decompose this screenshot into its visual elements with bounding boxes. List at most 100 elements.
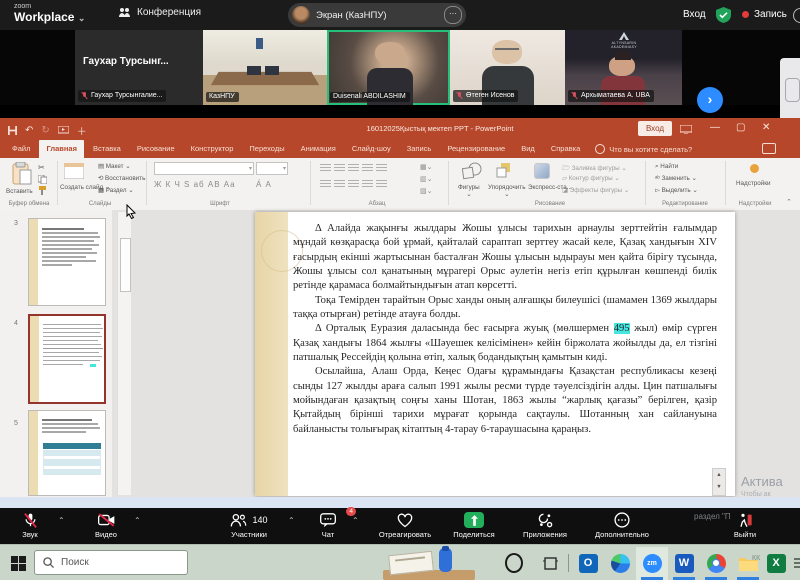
task-view-icon[interactable]	[538, 551, 562, 575]
font-size-dropdown[interactable]: ▾	[256, 162, 288, 175]
tab-file[interactable]: Файл	[5, 140, 37, 158]
minimize-button[interactable]: —	[710, 122, 720, 133]
reset-button[interactable]: ⟲ Восстановить	[98, 175, 145, 182]
font-name-dropdown[interactable]: ▾	[154, 162, 254, 175]
tab-insert[interactable]: Вставка	[86, 140, 128, 158]
font-color-buttons[interactable]: А́ А	[256, 180, 272, 189]
shape-fill-button[interactable]: 🗁 Заливка фигуры ⌄	[562, 163, 627, 174]
react-button[interactable]: Отреагировать	[368, 511, 442, 539]
copy-icon[interactable]	[38, 175, 47, 184]
chat-caret[interactable]: ⌃	[352, 516, 359, 525]
close-button[interactable]: ✕	[762, 122, 770, 133]
paragraph-buttons-row1[interactable]	[320, 164, 390, 175]
slide-thumbnail-3[interactable]	[28, 218, 106, 306]
restore-button[interactable]: ▢	[736, 122, 745, 133]
next-videos-button[interactable]: ›	[697, 87, 723, 113]
security-shield-icon[interactable]	[716, 7, 731, 23]
chrome-icon[interactable]	[704, 551, 728, 575]
quick-styles-icon[interactable]	[534, 163, 550, 179]
presenter-display-icon[interactable]	[680, 125, 692, 134]
tab-review[interactable]: Рецензирование	[440, 140, 512, 158]
slide-canvas[interactable]: Δ Алайда жақынғы жылдары Жошы ұлысы тари…	[255, 212, 735, 496]
screen-tab-more-button[interactable]: ⋯	[444, 6, 462, 24]
redo-icon[interactable]: ↻	[41, 125, 49, 136]
shape-effects-button[interactable]: ◪ Эффекты фигуры ⌄	[562, 187, 629, 194]
more-button[interactable]: Дополнительно	[584, 511, 660, 539]
tab-view[interactable]: Вид	[514, 140, 542, 158]
tab-screen-share[interactable]: Экран (КазНПУ) ⋯	[288, 3, 466, 27]
replace-button[interactable]: ᵃᵇ Заменить ⌄	[655, 175, 697, 182]
tray-icon[interactable]	[788, 551, 800, 575]
leave-button[interactable]: Выйти	[722, 511, 768, 539]
slide-thumbnail-5[interactable]	[28, 410, 106, 496]
paragraph-buttons-row2[interactable]	[320, 180, 390, 191]
comments-icon[interactable]	[762, 143, 776, 154]
slide-thumbnail-4-selected[interactable]	[28, 314, 106, 404]
text-direction-buttons[interactable]: ▦⌄▥⌄▨⌄	[420, 162, 432, 198]
mute-options-caret[interactable]: ⌃	[58, 516, 65, 525]
video-tile-kaznpu-room[interactable]: КазНПУ	[203, 30, 327, 105]
apps-button[interactable]: Приложения	[514, 511, 576, 539]
participants-caret[interactable]: ⌃	[288, 516, 295, 525]
paste-icon[interactable]	[12, 162, 32, 186]
panel-scrollbar[interactable]	[117, 212, 131, 495]
edge-icon[interactable]	[608, 551, 632, 575]
tab-design[interactable]: Конструктор	[184, 140, 241, 158]
participants-button[interactable]: 140 Участники	[218, 511, 280, 539]
undo-icon[interactable]: ↶	[25, 125, 33, 136]
select-button[interactable]: ▻ Выделить ⌄	[655, 187, 698, 194]
paste-button[interactable]: Вставить	[6, 188, 33, 195]
font-format-buttons[interactable]: Ж К Ч S аб АВ Аа	[154, 180, 236, 189]
tab-animations[interactable]: Анимация	[294, 140, 343, 158]
outlook-icon[interactable]: O	[576, 551, 600, 575]
tab-record[interactable]: Запись	[400, 140, 439, 158]
recording-indicator[interactable]: Запись	[742, 9, 787, 20]
addins-button[interactable]: Надстройки	[736, 180, 771, 187]
collapse-ribbon-icon[interactable]: ⌃	[786, 198, 792, 206]
layout-button[interactable]: ▤ Макет ⌄	[98, 163, 131, 170]
chat-button[interactable]: 4 Чат	[308, 511, 348, 539]
quick-styles-button[interactable]: Экспресс-ста...	[528, 184, 558, 192]
word-icon[interactable]: W	[672, 551, 696, 575]
video-button[interactable]: Видео	[82, 511, 130, 539]
arrange-button[interactable]: Упорядочить⌄	[488, 184, 525, 198]
video-tile-arkhymataeva[interactable]: ALTYNSARIN AKADEMIASY Архыматаева А. UBA	[565, 30, 682, 105]
mute-button[interactable]: Звук	[8, 511, 52, 539]
tab-draw[interactable]: Рисование	[130, 140, 182, 158]
excel-icon[interactable]: X	[764, 551, 788, 575]
tab-transitions[interactable]: Переходы	[242, 140, 291, 158]
tab-home[interactable]: Главная	[39, 140, 84, 158]
video-tile-duisenali-active-speaker[interactable]: Duisenali ABDILASHIM	[327, 30, 450, 105]
panel-scrollbar-thumb[interactable]	[120, 238, 131, 292]
shapes-icon[interactable]	[462, 162, 482, 180]
arrange-icon[interactable]	[496, 162, 514, 180]
office-signin-button[interactable]: Вход	[638, 121, 672, 136]
tab-conference[interactable]: Конференция	[118, 7, 201, 18]
shapes-button[interactable]: Фигуры⌄	[458, 184, 480, 198]
new-slide-button[interactable]: Создать слайд ⌄	[60, 184, 94, 192]
find-button[interactable]: ⌕ Найти	[655, 163, 678, 171]
shape-outline-button[interactable]: ▱ Контур фигуры ⌄	[562, 175, 620, 182]
video-tile-otegen[interactable]: Өтеген Исенов	[450, 30, 565, 105]
taskbar-search-box[interactable]: Поиск	[34, 550, 188, 575]
share-screen-button[interactable]: Поделиться	[444, 511, 504, 539]
cut-icon[interactable]: ✂	[38, 163, 45, 172]
tab-slideshow[interactable]: Слайд-шоу	[345, 140, 398, 158]
slide-text-block[interactable]: Δ Алайда жақынғы жылдары Жошы ұлысы тари…	[293, 222, 717, 437]
new-slide-icon[interactable]	[64, 163, 84, 179]
video-tile-gaukhar[interactable]: Гаухар Турсынг... Гаухар Турсынгалие...	[75, 30, 203, 105]
slideshow-icon[interactable]	[58, 126, 69, 135]
format-painter-icon[interactable]	[38, 186, 47, 195]
save-icon[interactable]	[8, 126, 17, 135]
tell-me-box[interactable]: Что вы хотите сделать?	[589, 140, 698, 158]
slide-scroll-buttons[interactable]: ▲▼	[712, 468, 726, 496]
video-options-caret[interactable]: ⌃	[134, 516, 141, 525]
start-button[interactable]	[6, 551, 30, 575]
language-indicator[interactable]: КК	[752, 555, 760, 562]
section-button[interactable]: ▦ Раздел ⌄	[98, 187, 134, 194]
signin-link[interactable]: Вход	[683, 9, 706, 20]
tab-help[interactable]: Справка	[544, 140, 587, 158]
chevron-down-icon[interactable]: ⌄	[78, 13, 86, 23]
zoom-app-icon[interactable]: zm	[640, 551, 664, 575]
opera-icon[interactable]	[502, 551, 526, 575]
